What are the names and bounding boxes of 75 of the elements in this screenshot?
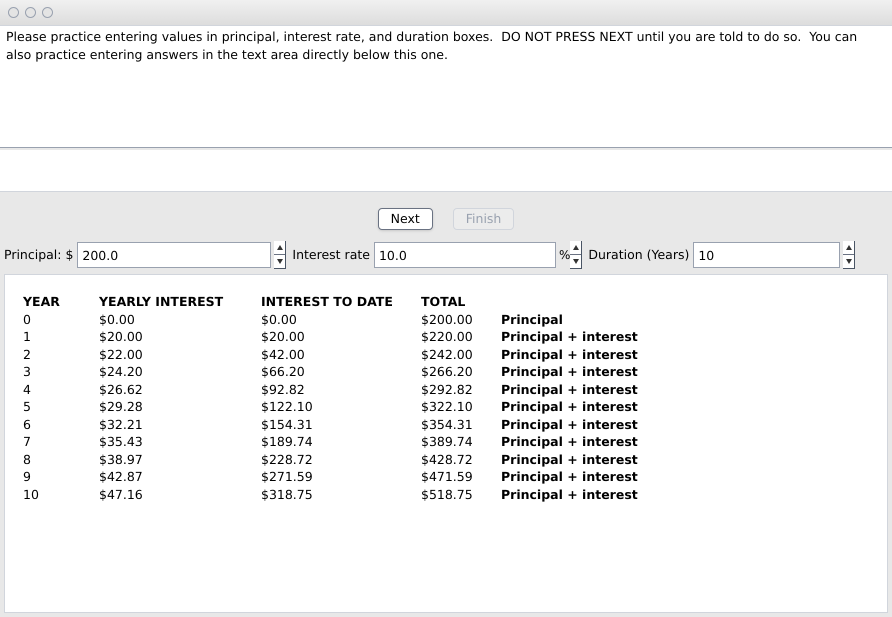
table-cell-text: $318.75	[261, 486, 314, 503]
table-cell-text: 9	[23, 468, 32, 486]
column-header: YEAR	[23, 293, 61, 310]
table-cell-text: Principal + interest	[501, 328, 639, 346]
table-cell-text: $24.20	[99, 363, 144, 380]
table-cell-text: $189.74	[261, 433, 314, 450]
table-cell-text: $38.97	[99, 450, 144, 468]
table-cell-text: Principal + interest	[501, 363, 639, 380]
table-cell-text: $0.00	[261, 310, 298, 328]
table-cell-text: Principal + interest	[501, 468, 639, 486]
table-cell-text: $266.20	[421, 363, 474, 380]
window-control-icon[interactable]	[8, 7, 19, 18]
table-cell-text: $154.31	[261, 416, 314, 433]
table-cell-text: $322.10	[421, 398, 474, 416]
window-control-icon[interactable]	[42, 7, 53, 18]
table-cell-text: $518.75	[421, 486, 474, 503]
table-cell-text: Principal + interest	[501, 380, 639, 398]
table-cell-text: $20.00	[99, 328, 144, 346]
table-cell-text: $242.00	[421, 346, 474, 363]
window-control-icon[interactable]	[25, 7, 36, 18]
table-cell-text: $389.74	[421, 433, 474, 450]
answer-box[interactable]	[0, 150, 892, 192]
number-field[interactable]: 10.0	[374, 242, 556, 268]
field-label: Principal: $	[4, 246, 74, 264]
table-cell-text: Principal + interest	[501, 450, 639, 468]
table-cell-text: 1	[23, 328, 32, 346]
table-cell-text: $220.00	[421, 328, 474, 346]
table-cell-text: $22.00	[99, 346, 144, 363]
table-cell-text: $200.00	[421, 310, 474, 328]
spinner-control[interactable]	[570, 241, 582, 269]
spinner-control[interactable]	[843, 241, 856, 269]
table-cell-text: Principal + interest	[501, 416, 639, 433]
table-cell-text: $42.87	[99, 468, 144, 486]
table-cell-text: 8	[23, 450, 32, 468]
column-header: INTEREST TO DATE	[261, 293, 394, 310]
spinner-control[interactable]	[274, 241, 286, 269]
table-cell-text: $42.00	[261, 346, 306, 363]
number-field[interactable]: 10	[693, 242, 840, 268]
next-button[interactable]: Next	[378, 208, 433, 230]
table-cell-text: 0	[23, 310, 32, 328]
table-cell-text: Principal + interest	[501, 486, 639, 503]
table-cell-text: $20.00	[261, 328, 306, 346]
column-header: TOTAL	[421, 293, 466, 310]
table-cell-text: $354.31	[421, 416, 474, 433]
table-cell-text: $428.72	[421, 450, 474, 468]
field-label: Interest rate	[292, 246, 370, 264]
table-cell-text: $471.59	[421, 468, 474, 486]
table-cell-text: $47.16	[99, 486, 144, 503]
field-label: Duration (Years)	[588, 246, 690, 264]
table-cell-text: $271.59	[261, 468, 314, 486]
table-cell-text: 10	[23, 486, 40, 503]
table-cell-text: $228.72	[261, 450, 314, 468]
table-cell-text: $29.28	[99, 398, 144, 416]
table-cell-text: $122.10	[261, 398, 314, 416]
number-field[interactable]: 200.0	[77, 242, 272, 268]
table-cell-text: Principal + interest	[501, 398, 639, 416]
table-cell-text: 3	[23, 363, 32, 380]
table-cell-text: $0.00	[99, 310, 136, 328]
table-cell-text: $26.62	[99, 380, 144, 398]
table-cell-text: $92.82	[261, 380, 306, 398]
table-cell-text: 4	[23, 380, 32, 398]
table-cell-text: Principal + interest	[501, 346, 639, 363]
table-cell-text: $32.21	[99, 416, 144, 433]
unit-label: %	[558, 247, 570, 264]
table-cell-text: 5	[23, 398, 32, 416]
table-cell-text: $66.20	[261, 363, 306, 380]
table-cell-text: $35.43	[99, 433, 144, 450]
table-cell-text: Principal	[501, 310, 564, 328]
table-cell-text: 6	[23, 416, 32, 433]
table-cell-text: 7	[23, 433, 32, 450]
table-cell-text: 2	[23, 346, 32, 363]
table-cell-text: Principal + interest	[501, 433, 639, 450]
instructions-text: Please practice entering values in principal, interest rate, and duration boxes. DO NOT PRESS NEXT until you are told to do so. You can also practice entering answers in the text area directly below this one.	[6, 29, 858, 62]
table-cell-text: $292.82	[421, 380, 474, 398]
column-header: YEARLY INTEREST	[99, 293, 224, 310]
